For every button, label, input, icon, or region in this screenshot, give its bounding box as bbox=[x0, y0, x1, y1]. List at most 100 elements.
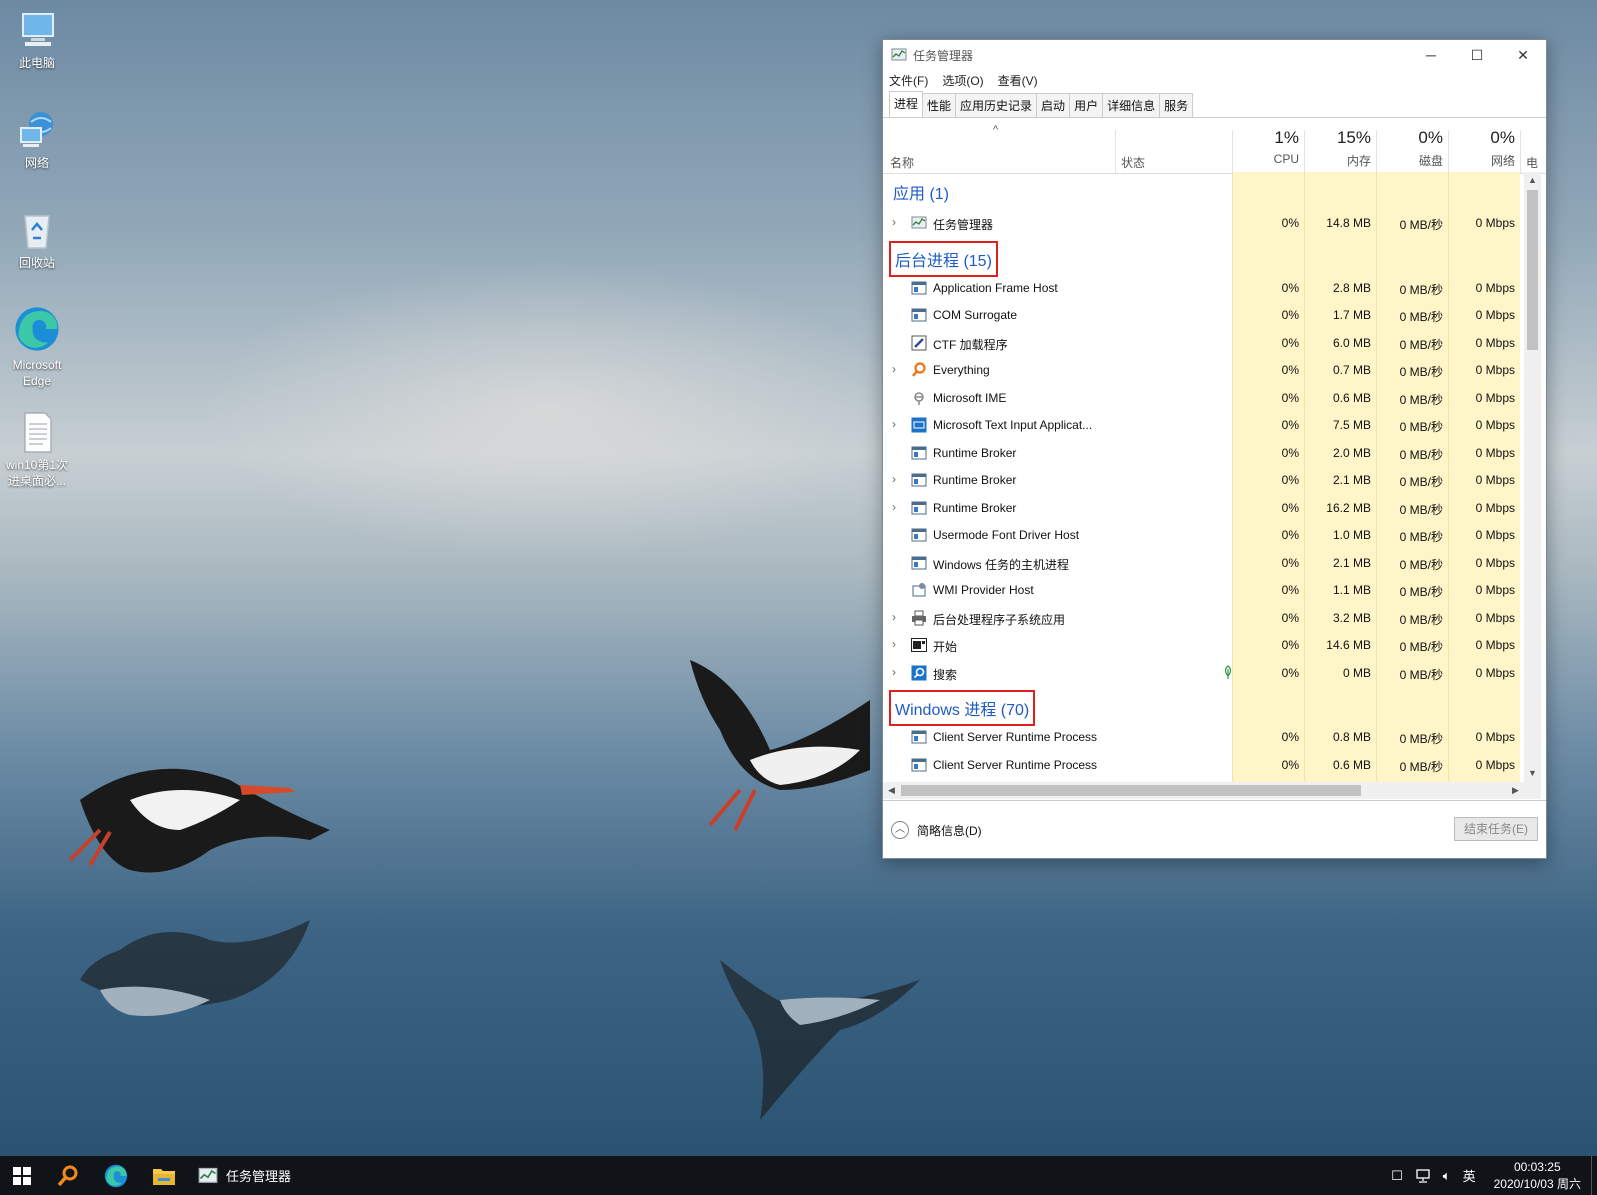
memory-cell: 14.6 MB bbox=[1326, 638, 1371, 652]
tab-processes[interactable]: 进程 bbox=[889, 91, 924, 117]
scroll-down-icon[interactable]: ▼ bbox=[1524, 765, 1541, 782]
memory-cell: 0.8 MB bbox=[1332, 730, 1371, 744]
process-row[interactable]: › Microsoft Text Input Applicat... 0% 7.5 M… bbox=[883, 411, 1524, 439]
tab-users[interactable]: 用户 bbox=[1069, 93, 1104, 117]
expand-chevron-icon[interactable]: › bbox=[892, 500, 896, 514]
process-row[interactable]: Runtime Broker 0% 2.0 MB 0 MB/秒 0 Mbps bbox=[883, 439, 1524, 467]
process-row[interactable]: › Everything 0% 0.7 MB 0 MB/秒 0 Mbps bbox=[883, 356, 1524, 384]
process-row[interactable]: › Runtime Broker 0% 2.1 MB 0 MB/秒 0 Mbps bbox=[883, 466, 1524, 494]
desktop-wallpaper-glow bbox=[200, 260, 900, 560]
column-network[interactable]: 0% 网络 bbox=[1449, 118, 1521, 174]
process-row[interactable]: Client Server Runtime Process 0% 0.8 MB 0 M… bbox=[883, 723, 1524, 751]
tab-startup[interactable]: 启动 bbox=[1036, 93, 1071, 117]
column-name[interactable]: 名称 bbox=[890, 154, 914, 171]
expand-chevron-icon[interactable]: › bbox=[892, 215, 896, 229]
menu-bar: 文件(F) 选项(O) 查看(V) bbox=[883, 70, 1546, 90]
cpu-cell: 0% bbox=[1281, 730, 1299, 744]
start-button[interactable] bbox=[0, 1156, 44, 1195]
process-row[interactable]: Windows 任务的主机进程 0% 2.1 MB 0 MB/秒 0 Mbps bbox=[883, 549, 1524, 577]
desktop-icon-text-file[interactable]: win10第1次进桌面必... bbox=[2, 410, 72, 489]
disk-cell: 0 MB/秒 bbox=[1399, 392, 1443, 407]
action-center-icon[interactable]: ☐ bbox=[1391, 1168, 1403, 1184]
expand-chevron-icon[interactable]: › bbox=[892, 665, 896, 679]
disk-cell: 0 MB/秒 bbox=[1399, 420, 1443, 434]
network-cell: 0 Mbps bbox=[1475, 308, 1515, 322]
process-name: Runtime Broker bbox=[933, 500, 1017, 515]
tab-services[interactable]: 服务 bbox=[1159, 93, 1194, 117]
column-cpu[interactable]: 1% CPU bbox=[1233, 118, 1305, 174]
process-row[interactable]: Microsoft IME 0% 0.6 MB 0 MB/秒 0 Mbps bbox=[883, 384, 1524, 412]
expand-chevron-icon[interactable]: › bbox=[892, 472, 896, 486]
memory-label: 内存 bbox=[1346, 154, 1371, 168]
tab-app-history[interactable]: 应用历史记录 bbox=[955, 93, 1038, 117]
column-status[interactable]: 状态 bbox=[1121, 154, 1145, 171]
scroll-up-icon[interactable]: ▲ bbox=[1524, 172, 1541, 189]
window-footer: ︿ 简略信息(D) 结束任务(E) bbox=[883, 800, 1546, 858]
show-desktop-button[interactable] bbox=[1591, 1156, 1597, 1195]
process-row[interactable]: › 搜索 0% 0 MB 0 MB/秒 0 Mbps bbox=[883, 659, 1524, 687]
process-row[interactable]: CTF 加载程序 0% 6.0 MB 0 MB/秒 0 Mbps bbox=[883, 329, 1524, 357]
ime-indicator[interactable]: 英 bbox=[1463, 1166, 1476, 1185]
fewer-details-button[interactable]: ︿ 简略信息(D) bbox=[891, 821, 982, 839]
desktop-icon-edge[interactable]: Microsoft Edge bbox=[2, 304, 72, 389]
wallpaper-stork-left bbox=[68, 768, 330, 873]
volume-icon[interactable]: 🔈︎ bbox=[1443, 1168, 1451, 1184]
memory-cell: 2.1 MB bbox=[1332, 473, 1371, 487]
scroll-right-icon[interactable]: ▶ bbox=[1507, 782, 1524, 799]
process-row[interactable]: › 开始 0% 14.6 MB 0 MB/秒 0 Mbps bbox=[883, 631, 1524, 659]
minimize-button[interactable]: ─ bbox=[1408, 40, 1454, 70]
process-row[interactable]: › 任务管理器 0% 14.8 MB 0 MB/秒 0 Mbps bbox=[883, 209, 1524, 237]
menu-file[interactable]: 文件(F) bbox=[889, 72, 928, 89]
process-row[interactable]: › 后台处理程序子系统应用 0% 3.2 MB 0 MB/秒 0 Mbps bbox=[883, 604, 1524, 632]
desktop-icon-recycle-bin[interactable]: 回收站 bbox=[2, 208, 72, 271]
expand-chevron-icon[interactable]: › bbox=[892, 637, 896, 651]
tab-performance[interactable]: 性能 bbox=[922, 93, 957, 117]
process-name: 后台处理程序子系统应用 bbox=[933, 612, 1066, 627]
process-row[interactable]: › Runtime Broker 0% 16.2 MB 0 MB/秒 0 Mbps bbox=[883, 494, 1524, 522]
close-button[interactable]: ✕ bbox=[1500, 40, 1546, 70]
process-icon bbox=[911, 665, 927, 681]
process-row[interactable]: WMI Provider Host 0% 1.1 MB 0 MB/秒 0 Mbps bbox=[883, 576, 1524, 604]
tab-details[interactable]: 详细信息 bbox=[1102, 93, 1161, 117]
network-cell: 0 Mbps bbox=[1475, 473, 1515, 487]
cpu-cell: 0% bbox=[1281, 280, 1299, 295]
system-tray: ☐ 🔈︎ 英 00:03:25 2020/10/03 周六 bbox=[1385, 1156, 1597, 1195]
horizontal-scroll-thumb[interactable] bbox=[901, 785, 1361, 796]
group-background-processes[interactable]: 后台进程 (15) bbox=[889, 240, 998, 277]
task-manager-taskbar-button[interactable]: 任务管理器 bbox=[188, 1156, 301, 1195]
column-memory[interactable]: 15% 内存 bbox=[1305, 118, 1377, 174]
group-apps[interactable]: 应用 (1) bbox=[889, 176, 953, 206]
cpu-cell: 0% bbox=[1281, 390, 1299, 405]
menu-options[interactable]: 选项(O) bbox=[942, 72, 983, 89]
process-row[interactable]: Usermode Font Driver Host 0% 1.0 MB 0 MB/秒 0… bbox=[883, 521, 1524, 549]
network-status-icon[interactable] bbox=[1415, 1168, 1431, 1183]
group-label: 后台进程 (15) bbox=[889, 240, 998, 277]
vertical-scrollbar[interactable]: ▲ ▼ bbox=[1524, 172, 1541, 782]
horizontal-scrollbar[interactable]: ◀ ▶ bbox=[883, 782, 1541, 799]
disk-cell: 0 MB/秒 bbox=[1399, 585, 1443, 599]
column-power[interactable]: 电 bbox=[1526, 154, 1538, 171]
end-task-button[interactable]: 结束任务(E) bbox=[1454, 817, 1538, 841]
process-row[interactable]: Application Frame Host 0% 2.8 MB 0 MB/秒 0 Mb… bbox=[883, 274, 1524, 302]
windows-logo-icon bbox=[13, 1166, 31, 1185]
process-row[interactable]: Client Server Runtime Process 0% 0.6 MB 0 M… bbox=[883, 751, 1524, 779]
desktop-icon-this-pc[interactable]: 此电脑 bbox=[2, 8, 72, 71]
column-disk[interactable]: 0% 磁盘 bbox=[1377, 118, 1449, 174]
menu-view[interactable]: 查看(V) bbox=[998, 72, 1038, 89]
search-taskbar-button[interactable] bbox=[44, 1156, 92, 1195]
maximize-button[interactable]: ☐ bbox=[1454, 40, 1500, 70]
vertical-scroll-thumb[interactable] bbox=[1527, 190, 1538, 350]
scroll-left-icon[interactable]: ◀ bbox=[883, 782, 900, 799]
clock[interactable]: 00:03:25 2020/10/03 周六 bbox=[1494, 1159, 1581, 1193]
desktop-icon-network[interactable]: 网络 bbox=[2, 108, 72, 171]
expand-chevron-icon[interactable]: › bbox=[892, 417, 896, 431]
expand-chevron-icon[interactable]: › bbox=[892, 610, 896, 624]
expand-chevron-icon[interactable]: › bbox=[892, 362, 896, 376]
file-explorer-taskbar-button[interactable] bbox=[140, 1156, 188, 1195]
edge-taskbar-button[interactable] bbox=[92, 1156, 140, 1195]
process-icon bbox=[911, 335, 927, 351]
group-windows-processes[interactable]: Windows 进程 (70) bbox=[889, 690, 1036, 726]
process-row[interactable]: COM Surrogate 0% 1.7 MB 0 MB/秒 0 Mbps bbox=[883, 301, 1524, 329]
title-bar[interactable]: 任务管理器 ─ ☐ ✕ bbox=[883, 40, 1546, 70]
process-name: Everything bbox=[933, 363, 990, 377]
